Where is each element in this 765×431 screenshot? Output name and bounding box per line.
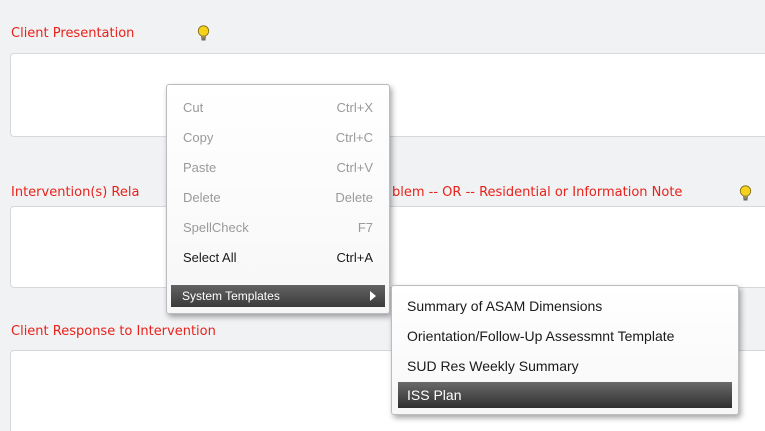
context-menu: Cut Ctrl+X Copy Ctrl+C Paste Ctrl+V Dele… [166,84,390,314]
menu-item-spellcheck[interactable]: SpellCheck F7 [167,214,389,240]
template-item-asam[interactable]: Summary of ASAM Dimensions [398,293,732,319]
template-item-orientation[interactable]: Orientation/Follow-Up Assessmnt Template [398,323,732,349]
template-item-iss-plan[interactable]: ISS Plan [398,382,732,408]
lightbulb-icon[interactable] [739,185,752,202]
template-item-label: Summary of ASAM Dimensions [407,298,603,314]
menu-item-label: System Templates [182,289,280,303]
menu-item-cut[interactable]: Cut Ctrl+X [167,94,389,120]
templates-submenu: Summary of ASAM Dimensions Orientation/F… [391,285,739,415]
menu-item-shortcut: Ctrl+A [336,250,373,265]
menu-item-shortcut: Delete [335,190,373,205]
template-item-label: SUD Res Weekly Summary [407,358,579,374]
menu-item-paste[interactable]: Paste Ctrl+V [167,154,389,180]
menu-item-shortcut: Ctrl+C [335,130,373,145]
client-presentation-label: Client Presentation [11,26,135,41]
intervention-label-left: Intervention(s) Rela [11,185,140,200]
menu-item-label: Paste [183,160,217,175]
template-item-sud-weekly[interactable]: SUD Res Weekly Summary [398,353,732,379]
menu-item-label: SpellCheck [183,220,249,235]
menu-item-label: Select All [183,250,237,265]
client-response-label: Client Response to Intervention [11,324,216,339]
template-item-label: ISS Plan [407,387,462,403]
menu-item-system-templates[interactable]: System Templates [171,285,385,307]
template-item-label: Orientation/Follow-Up Assessmnt Template [407,328,675,344]
menu-item-shortcut: Ctrl+X [336,100,373,115]
menu-item-label: Delete [183,190,221,205]
chevron-right-icon [370,291,376,301]
menu-item-label: Cut [183,100,204,115]
menu-item-shortcut: F7 [357,220,373,235]
intervention-label-right: blem -- OR -- Residential or Information… [392,185,683,200]
lightbulb-icon[interactable] [197,25,210,42]
menu-item-delete[interactable]: Delete Delete [167,184,389,210]
menu-item-select-all[interactable]: Select All Ctrl+A [167,244,389,270]
menu-item-copy[interactable]: Copy Ctrl+C [167,124,389,150]
menu-item-shortcut: Ctrl+V [336,160,373,175]
menu-item-label: Copy [183,130,214,145]
